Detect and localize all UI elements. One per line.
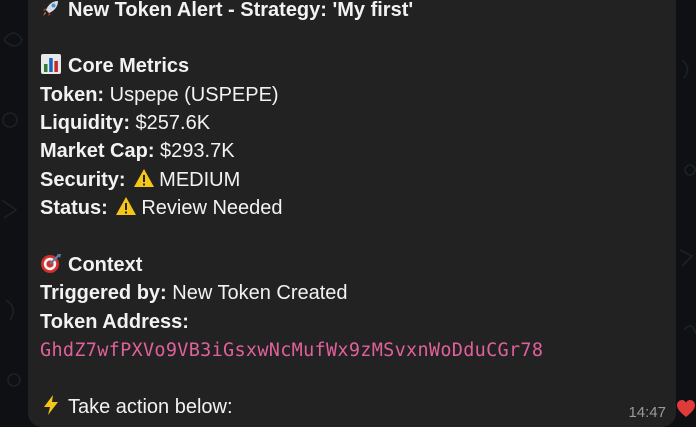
- security-value: MEDIUM: [159, 169, 241, 191]
- rocket-icon: [43, 1, 58, 16]
- context-heading-text: Context: [68, 254, 143, 276]
- token-address-code[interactable]: GhdZ7wfPXVo9VB3iGsxwNcMufWx9zMSvxnWoDduC…: [40, 340, 543, 361]
- status-row: Status: Review Needed: [40, 194, 283, 222]
- liquidity-row: Liquidity: $257.6K: [40, 109, 210, 137]
- token-row: Token: Uspepe (USPEPE): [40, 81, 279, 109]
- status-value: Review Needed: [141, 197, 283, 219]
- address-row: GhdZ7wfPXVo9VB3iGsxwNcMufWx9zMSvxnWoDduC…: [40, 336, 543, 365]
- bar-chart-icon: [41, 54, 61, 74]
- address-label: Token Address:: [40, 311, 189, 333]
- token-value: Uspepe (USPEPE): [109, 84, 279, 106]
- security-label: Security:: [40, 169, 126, 191]
- liquidity-label: Liquidity:: [40, 112, 130, 134]
- token-label: Token:: [40, 84, 105, 106]
- market-cap-row: Market Cap: $293.7K: [40, 137, 235, 165]
- triggered-value: New Token Created: [172, 282, 348, 304]
- triggered-label: Triggered by:: [40, 282, 167, 304]
- core-metrics-heading-text: Core Metrics: [68, 55, 190, 77]
- title-text: New Token Alert - Strategy: 'My first': [68, 0, 414, 21]
- context-heading: Context: [40, 251, 142, 279]
- message-time: 14:47: [628, 404, 666, 421]
- market-cap-label: Market Cap:: [40, 140, 155, 162]
- security-row: Security: MEDIUM: [40, 166, 240, 194]
- call-to-action: Take action below:: [40, 393, 233, 421]
- triggered-row: Triggered by: New Token Created: [40, 279, 348, 307]
- core-metrics-heading: Core Metrics: [40, 52, 189, 80]
- message-bubble[interactable]: New Token Alert - Strategy: 'My first' C…: [28, 0, 676, 427]
- liquidity-value: $257.6K: [135, 112, 211, 134]
- lightning-icon: [44, 395, 58, 415]
- warning-icon: [134, 169, 155, 187]
- market-cap-value: $293.7K: [160, 140, 235, 162]
- heart-icon[interactable]: [676, 399, 696, 419]
- call-to-action-text: Take action below:: [68, 396, 233, 418]
- message-title: New Token Alert - Strategy: 'My first': [40, 0, 413, 24]
- status-label: Status:: [40, 197, 108, 219]
- target-icon: [41, 254, 61, 273]
- warning-icon: [116, 197, 137, 215]
